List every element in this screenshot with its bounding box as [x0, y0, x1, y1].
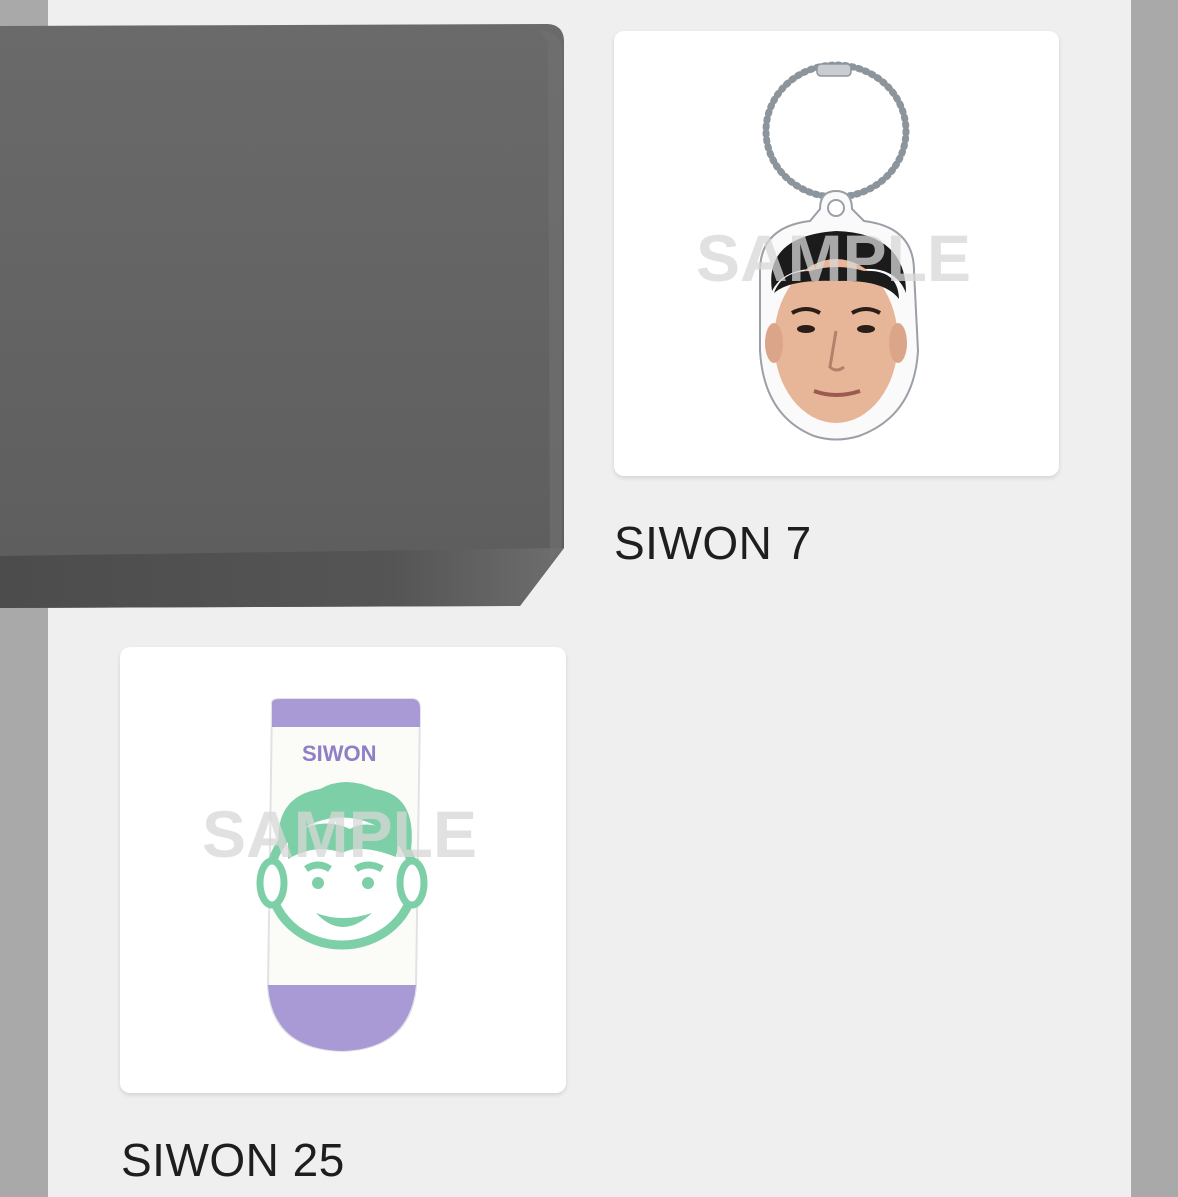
product-name-socks[interactable]: SIWON 25 — [121, 1133, 345, 1187]
acrylic-keyring-image: SAMPLE — [696, 61, 971, 441]
gray-box-icon — [0, 24, 564, 608]
product-card-socks[interactable]: SIWON SAMPLE — [120, 647, 566, 1093]
product-card-keyring[interactable]: SAMPLE — [614, 31, 1059, 476]
product-name-keyring[interactable]: SIWON 7 — [614, 516, 812, 570]
watermark-text: SAMPLE — [202, 797, 477, 871]
watermark-text: SAMPLE — [696, 221, 971, 295]
sock-label-text: SIWON — [302, 741, 377, 766]
right-side-strip — [1131, 0, 1178, 1197]
gray-box-product-image[interactable] — [0, 0, 580, 615]
ankle-socks-image: SIWON SAMPLE — [202, 698, 477, 1053]
